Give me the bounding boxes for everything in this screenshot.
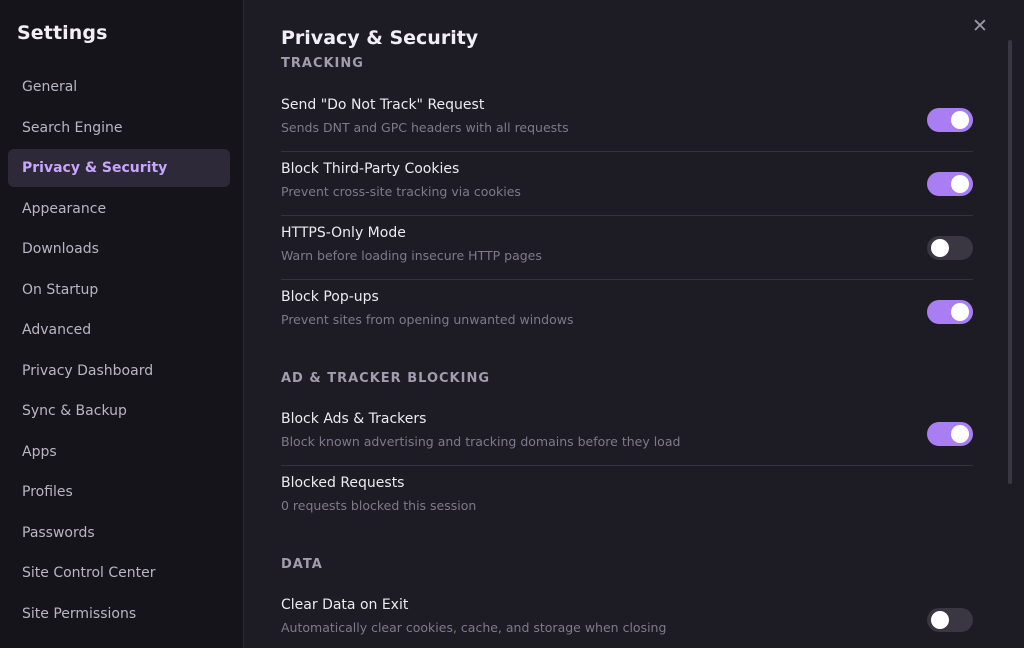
toggle-knob bbox=[931, 611, 949, 629]
clear-data-on-exit-toggle[interactable] bbox=[927, 608, 973, 632]
sidebar-nav: General Search Engine Privacy & Security… bbox=[8, 68, 230, 635]
setting-title: Blocked Requests bbox=[281, 475, 405, 491]
setting-title: HTTPS-Only Mode bbox=[281, 225, 406, 241]
setting-row-https-only: HTTPS-Only Mode Warn before loading inse… bbox=[281, 216, 973, 280]
sidebar-item-on-startup[interactable]: On Startup bbox=[8, 271, 230, 309]
sidebar-item-sync-backup[interactable]: Sync & Backup bbox=[8, 392, 230, 430]
setting-row-clear-data-on-exit: Clear Data on Exit Automatically clear c… bbox=[281, 588, 973, 648]
toggle-knob bbox=[951, 303, 969, 321]
setting-description: Sends DNT and GPC headers with all reque… bbox=[281, 120, 569, 135]
setting-title: Clear Data on Exit bbox=[281, 597, 409, 613]
setting-row-do-not-track: Send "Do Not Track" Request Sends DNT an… bbox=[281, 88, 973, 152]
settings-content: ✕ Privacy & Security TRACKING Send "Do N… bbox=[244, 0, 1024, 648]
settings-window: Settings General Search Engine Privacy &… bbox=[0, 0, 1024, 648]
setting-title: Send "Do Not Track" Request bbox=[281, 97, 485, 113]
setting-title: Block Ads & Trackers bbox=[281, 411, 427, 427]
https-only-toggle[interactable] bbox=[927, 236, 973, 260]
setting-row-blocked-requests: Blocked Requests 0 requests blocked this… bbox=[281, 466, 973, 530]
toggle-knob bbox=[951, 425, 969, 443]
setting-description: Block known advertising and tracking dom… bbox=[281, 434, 681, 449]
setting-description: Automatically clear cookies, cache, and … bbox=[281, 620, 667, 635]
setting-description: Prevent sites from opening unwanted wind… bbox=[281, 312, 574, 327]
sidebar-item-site-control-center[interactable]: Site Control Center bbox=[8, 554, 230, 592]
setting-row-third-party-cookies: Block Third-Party Cookies Prevent cross-… bbox=[281, 152, 973, 216]
sidebar-item-privacy-security[interactable]: Privacy & Security bbox=[8, 149, 230, 187]
section-label-tracking: TRACKING bbox=[281, 56, 364, 71]
block-ads-toggle[interactable] bbox=[927, 422, 973, 446]
setting-title: Block Pop-ups bbox=[281, 289, 379, 305]
sidebar-item-advanced[interactable]: Advanced bbox=[8, 311, 230, 349]
section-label-ad-tracker-blocking: AD & TRACKER BLOCKING bbox=[281, 371, 490, 386]
sidebar-item-search-engine[interactable]: Search Engine bbox=[8, 109, 230, 147]
setting-row-block-ads: Block Ads & Trackers Block known adverti… bbox=[281, 402, 973, 466]
setting-description: Warn before loading insecure HTTP pages bbox=[281, 248, 542, 263]
blocked-requests-count: 0 requests blocked this session bbox=[281, 498, 477, 513]
toggle-knob bbox=[931, 239, 949, 257]
sidebar-item-passwords[interactable]: Passwords bbox=[8, 514, 230, 552]
sidebar-item-privacy-dashboard[interactable]: Privacy Dashboard bbox=[8, 352, 230, 390]
sidebar-item-profiles[interactable]: Profiles bbox=[8, 473, 230, 511]
sidebar-item-site-permissions[interactable]: Site Permissions bbox=[8, 595, 230, 633]
block-popups-toggle[interactable] bbox=[927, 300, 973, 324]
setting-row-block-popups: Block Pop-ups Prevent sites from opening… bbox=[281, 280, 973, 344]
scrollbar[interactable] bbox=[1008, 0, 1014, 648]
sidebar-item-apps[interactable]: Apps bbox=[8, 433, 230, 471]
sidebar-item-downloads[interactable]: Downloads bbox=[8, 230, 230, 268]
page-title: Privacy & Security bbox=[281, 27, 479, 49]
sidebar-item-appearance[interactable]: Appearance bbox=[8, 190, 230, 228]
do-not-track-toggle[interactable] bbox=[927, 108, 973, 132]
close-icon[interactable]: ✕ bbox=[970, 16, 990, 36]
scrollbar-thumb[interactable] bbox=[1008, 40, 1012, 484]
sidebar-title: Settings bbox=[17, 22, 108, 44]
toggle-knob bbox=[951, 175, 969, 193]
sidebar: Settings General Search Engine Privacy &… bbox=[0, 0, 244, 648]
section-label-data: DATA bbox=[281, 557, 323, 572]
third-party-cookies-toggle[interactable] bbox=[927, 172, 973, 196]
toggle-knob bbox=[951, 111, 969, 129]
setting-description: Prevent cross-site tracking via cookies bbox=[281, 184, 521, 199]
sidebar-item-general[interactable]: General bbox=[8, 68, 230, 106]
setting-title: Block Third-Party Cookies bbox=[281, 161, 460, 177]
